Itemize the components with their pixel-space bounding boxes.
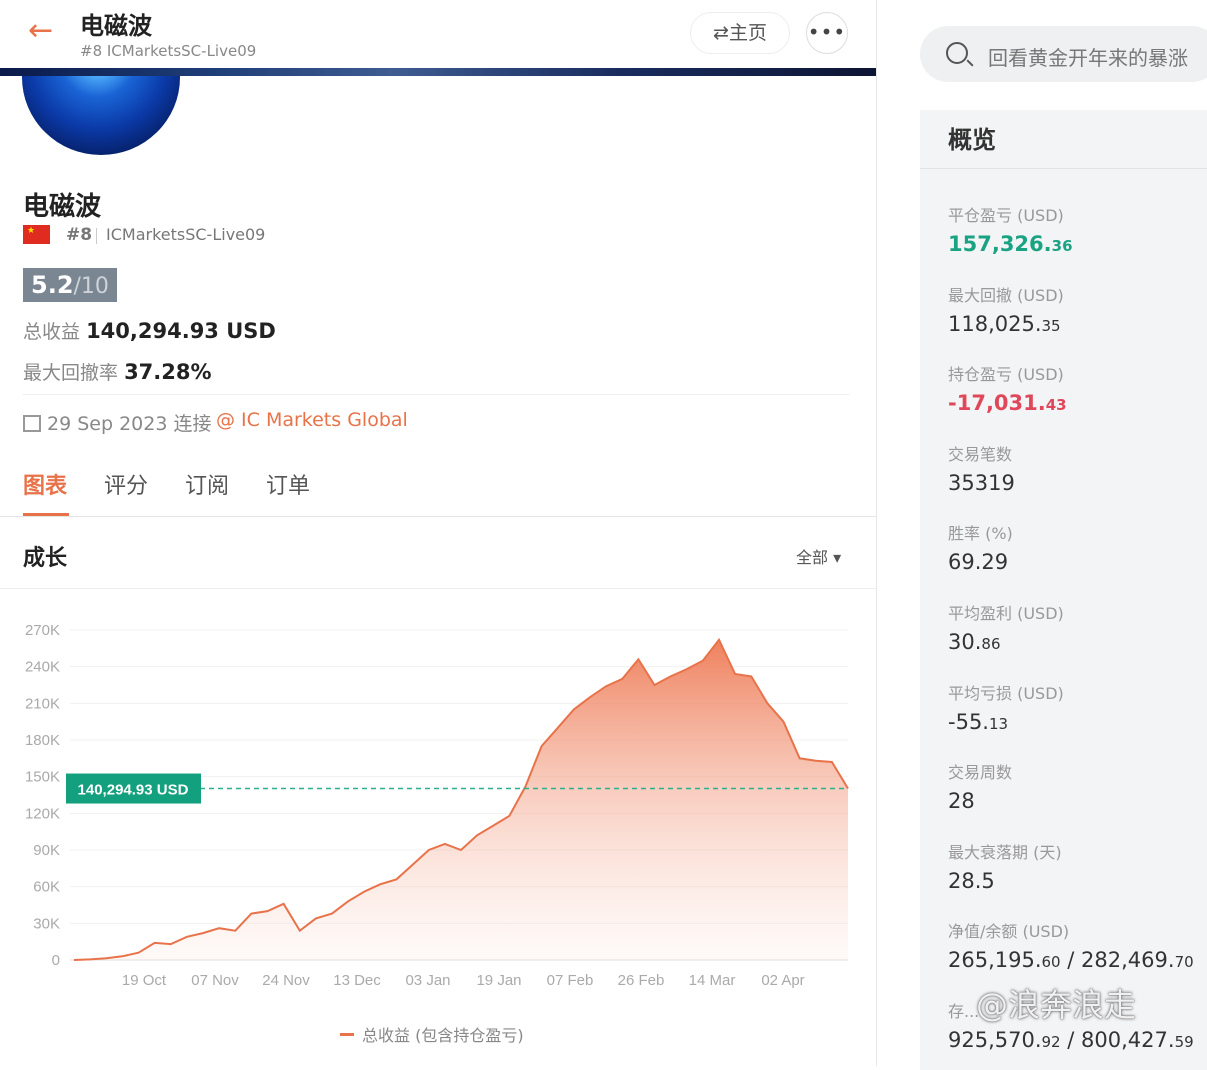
metric-value: 69.29 — [948, 550, 1009, 575]
max-drawdown-row: 最大回撤率 37.28% — [23, 358, 212, 385]
section-title: 成长 — [23, 546, 68, 571]
range-dropdown[interactable]: 全部 ▾ — [796, 544, 841, 568]
page-title: 电磁波 — [80, 12, 152, 40]
search-bar[interactable]: 回看黄金开年来的暴涨 — [920, 26, 1207, 82]
x-tick-label: 14 Mar — [689, 972, 736, 989]
growth-chart: 270K 240K 210K 180K 150K 120K 90K 60K 30K 0 19 Oct… — [25, 622, 849, 989]
x-tick-label: 03 Jan — [405, 972, 450, 989]
china-flag-icon: ★ — [23, 225, 50, 244]
x-tick-label: 26 Feb — [618, 972, 665, 989]
active-tab-indicator — [23, 513, 69, 516]
legend-swatch — [340, 1033, 354, 1036]
rank-label: #8 — [66, 225, 93, 245]
x-tick-label: 13 Dec — [333, 972, 381, 989]
x-tick-label: 07 Feb — [547, 972, 594, 989]
x-tick-label: 24 Nov — [262, 972, 310, 989]
total-profit-row: 总收益 140,294.93 USD — [23, 317, 276, 344]
y-tick-label: 240K — [25, 659, 60, 676]
metric-value: 925,570.92 / 800,427.59 — [948, 1028, 1194, 1052]
metric-label: 存... — [948, 1002, 980, 1021]
overview-title: 概览 — [948, 126, 996, 154]
rank-divider — [96, 228, 97, 244]
divider — [23, 394, 849, 395]
overview-panel: 概览 平仓盈亏 (USD) 157,326.36 最大回撤 (USD) 118,025… — [920, 110, 1207, 1070]
metric-label: 平均亏损 (USD) — [948, 683, 1064, 703]
metric-value: -17,031.43 — [948, 391, 1067, 416]
trader-name: 电磁波 — [23, 192, 102, 222]
tab-subscribe[interactable]: 订阅 — [185, 468, 229, 500]
y-tick-label: 150K — [25, 769, 60, 786]
score-max: /10 — [73, 274, 109, 299]
legend-label: 总收益 (包含持仓盈亏) — [362, 1026, 524, 1045]
metric-value: 118,025.35 — [948, 311, 1061, 336]
page-subtitle: #8 ICMarketsSC-Live09 — [80, 42, 257, 60]
total-profit-value: 140,294.93 USD — [86, 319, 276, 343]
y-tick-label: 30K — [33, 915, 60, 932]
x-tick-label: 02 Apr — [761, 972, 804, 989]
tab-bar: 图表 评分 订阅 订单 — [0, 462, 876, 517]
y-tick-label: 120K — [25, 805, 60, 822]
back-arrow-icon[interactable]: ← — [28, 16, 62, 50]
max-drawdown-value: 37.28% — [124, 360, 212, 384]
y-tick-label: 270K — [25, 622, 60, 639]
calendar-icon — [23, 415, 41, 432]
total-profit-label: 总收益 — [23, 321, 81, 343]
divider — [920, 168, 1207, 169]
search-input[interactable]: 回看黄金开年来的暴涨 — [988, 42, 1188, 71]
y-tick-label: 180K — [25, 732, 60, 749]
watermark: @浪奔浪走 — [976, 986, 1137, 1024]
x-tick-label: 19 Oct — [122, 972, 167, 989]
search-icon — [946, 42, 968, 64]
metric-value: 28.5 — [948, 868, 995, 893]
metric-value: 35319 — [948, 470, 1015, 495]
max-drawdown-label: 最大回撤率 — [23, 362, 119, 384]
home-button[interactable]: ⇄主页 — [690, 12, 790, 54]
divider — [0, 588, 876, 589]
score-value: 5.2 — [31, 271, 74, 299]
tab-rating[interactable]: 评分 — [104, 468, 148, 500]
metric-label: 最大衰落期 (天) — [948, 842, 1062, 862]
metric-value: 28 — [948, 789, 975, 814]
x-tick-label: 19 Jan — [476, 972, 521, 989]
account-label: ICMarketsSC-Live09 — [106, 225, 266, 244]
metric-value: 30.86 — [948, 630, 1001, 654]
connected-since: 29 Sep 2023 连接 — [23, 409, 211, 436]
metric-label: 交易笔数 — [948, 444, 1013, 464]
metric-label: 净值/余额 (USD) — [948, 922, 1070, 942]
metric-label: 平均盈利 (USD) — [948, 604, 1064, 623]
metric-label: 最大回撤 (USD) — [948, 285, 1064, 305]
metric-value: -55.13 — [948, 709, 1009, 734]
header-bar: ← 电磁波 #8 ICMarketsSC-Live09 ⇄主页 ••• — [0, 0, 876, 68]
broker-link[interactable]: @ IC Markets Global — [216, 409, 408, 431]
more-options-button[interactable]: ••• — [806, 12, 848, 54]
metric-label: 交易周数 — [948, 763, 1013, 783]
metric-label: 持仓盈亏 (USD) — [948, 365, 1064, 385]
metric-label: 平仓盈亏 (USD) — [948, 206, 1064, 225]
profile-pane: ← 电磁波 #8 ICMarketsSC-Live09 ⇄主页 ••• 电磁波 … — [0, 0, 876, 1066]
y-tick-label: 90K — [33, 842, 60, 859]
y-tick-label: 0 — [52, 952, 60, 969]
y-tick-label: 60K — [33, 879, 60, 896]
chart-legend[interactable]: 总收益 (包含持仓盈亏) — [340, 1022, 524, 1046]
tab-chart[interactable]: 图表 — [23, 468, 67, 500]
score-badge: 5.2/10 — [23, 268, 117, 302]
reference-label: 140,294.93 USD — [78, 782, 189, 799]
metric-value: 265,195.60 / 282,469.70 — [948, 948, 1194, 973]
y-tick-label: 210K — [25, 695, 60, 712]
metric-label: 胜率 (%) — [948, 524, 1013, 544]
x-tick-label: 07 Nov — [191, 972, 239, 989]
connected-since-text: 29 Sep 2023 连接 — [47, 413, 212, 435]
profile-banner — [0, 68, 876, 76]
metric-value: 157,326.36 — [948, 232, 1073, 256]
tab-orders[interactable]: 订单 — [266, 468, 310, 500]
